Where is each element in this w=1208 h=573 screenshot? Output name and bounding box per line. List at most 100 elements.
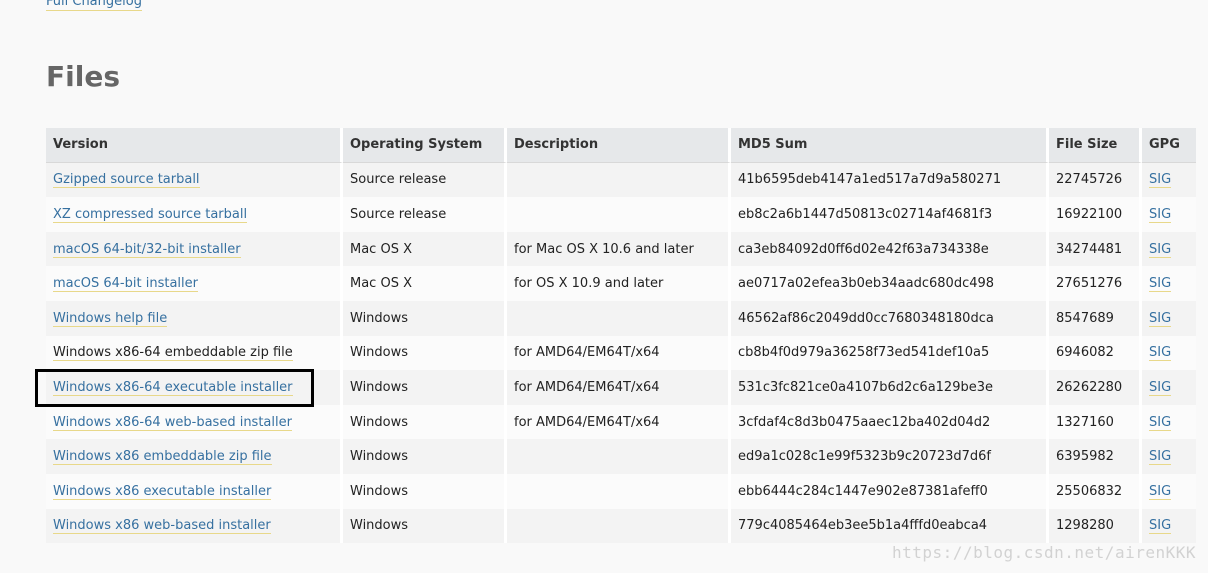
md5-cell: ca3eb84092d0ff6d02e42f63a734338e: [731, 231, 1049, 267]
sig-link[interactable]: SIG: [1149, 206, 1172, 223]
header-description: Description: [507, 128, 731, 163]
description-cell: [507, 162, 731, 198]
version-cell: Windows x86 executable installer: [46, 473, 343, 509]
table-row: Windows x86 web-based installer Windows …: [46, 508, 1196, 544]
download-link[interactable]: Windows x86 web-based installer: [53, 518, 271, 535]
download-link[interactable]: Windows x86-64 embeddable zip file: [53, 345, 293, 362]
file-size-cell: 16922100: [1049, 197, 1142, 232]
description-cell: [507, 300, 731, 336]
description-cell: for AMD64/EM64T/x64: [507, 335, 731, 371]
version-cell: Windows x86-64 web-based installer: [46, 404, 343, 440]
table-row: Windows x86-64 embeddable zip file Windo…: [46, 335, 1196, 371]
md5-cell: 779c4085464eb3ee5b1a4fffd0eabca4: [731, 508, 1049, 544]
file-size-cell: 1298280: [1049, 508, 1142, 544]
gpg-cell: SIG: [1142, 404, 1196, 440]
file-size-cell: 25506832: [1049, 473, 1142, 509]
gpg-cell: SIG: [1142, 335, 1196, 371]
md5-cell: 3cfdaf4c8d3b0475aaec12ba402d04d2: [731, 404, 1049, 440]
table-row: macOS 64-bit/32-bit installer Mac OS X f…: [46, 231, 1196, 267]
file-size-cell: 27651276: [1049, 266, 1142, 301]
section-title: Files: [46, 60, 120, 93]
download-link[interactable]: XZ compressed source tarball: [53, 206, 248, 223]
description-cell: for AMD64/EM64T/x64: [507, 370, 731, 405]
download-link[interactable]: Gzipped source tarball: [53, 172, 200, 189]
table-row: Windows help file Windows 46562af86c2049…: [46, 300, 1196, 336]
file-size-cell: 26262280: [1049, 370, 1142, 405]
gpg-cell: SIG: [1142, 473, 1196, 509]
sig-link[interactable]: SIG: [1149, 379, 1172, 396]
md5-cell: eb8c2a6b1447d50813c02714af4681f3: [731, 197, 1049, 232]
md5-cell: 46562af86c2049dd0cc7680348180dca: [731, 300, 1049, 336]
sig-link[interactable]: SIG: [1149, 172, 1172, 189]
download-link[interactable]: Windows x86 embeddable zip file: [53, 449, 272, 466]
description-cell: for Mac OS X 10.6 and later: [507, 231, 731, 267]
md5-cell: ed9a1c028c1e99f5323b9c20723d7d6f: [731, 439, 1049, 474]
md5-cell: 531c3fc821ce0a4107b6d2c6a129be3e: [731, 370, 1049, 405]
gpg-cell: SIG: [1142, 197, 1196, 232]
os-cell: Windows: [343, 473, 507, 509]
gpg-cell: SIG: [1142, 439, 1196, 474]
table-header-row: Version Operating System Description MD5…: [46, 128, 1196, 163]
description-cell: [507, 197, 731, 232]
version-cell: macOS 64-bit/32-bit installer: [46, 231, 343, 267]
version-cell: Windows x86-64 executable installer: [46, 370, 343, 405]
header-gpg: GPG: [1142, 128, 1196, 163]
download-link[interactable]: Windows x86-64 executable installer: [53, 379, 293, 396]
file-size-cell: 34274481: [1049, 231, 1142, 267]
os-cell: Windows: [343, 508, 507, 544]
os-cell: Windows: [343, 404, 507, 440]
md5-cell: ae0717a02efea3b0eb34aadc680dc498: [731, 266, 1049, 301]
download-link[interactable]: macOS 64-bit installer: [53, 276, 198, 293]
os-cell: Windows: [343, 439, 507, 474]
download-link[interactable]: macOS 64-bit/32-bit installer: [53, 241, 241, 258]
header-version: Version: [46, 128, 343, 163]
download-link[interactable]: Windows help file: [53, 310, 168, 327]
description-cell: [507, 508, 731, 544]
version-cell: Windows x86 embeddable zip file: [46, 439, 343, 474]
file-size-cell: 22745726: [1049, 162, 1142, 198]
sig-link[interactable]: SIG: [1149, 241, 1172, 258]
description-cell: for OS X 10.9 and later: [507, 266, 731, 301]
os-cell: Windows: [343, 300, 507, 336]
table-row: Windows x86 embeddable zip file Windows …: [46, 439, 1196, 474]
version-cell: macOS 64-bit installer: [46, 266, 343, 301]
version-cell: XZ compressed source tarball: [46, 197, 343, 232]
file-size-cell: 6946082: [1049, 335, 1142, 371]
sig-link[interactable]: SIG: [1149, 276, 1172, 293]
download-link[interactable]: Windows x86-64 web-based installer: [53, 414, 292, 431]
md5-cell: 41b6595deb4147a1ed517a7d9a580271: [731, 162, 1049, 198]
header-file-size: File Size: [1049, 128, 1142, 163]
description-cell: [507, 439, 731, 474]
file-size-cell: 6395982: [1049, 439, 1142, 474]
table-row: Gzipped source tarball Source release 41…: [46, 162, 1196, 198]
download-link[interactable]: Windows x86 executable installer: [53, 483, 272, 500]
table-row: XZ compressed source tarball Source rele…: [46, 197, 1196, 232]
header-md5: MD5 Sum: [731, 128, 1049, 163]
description-cell: [507, 473, 731, 509]
sig-link[interactable]: SIG: [1149, 345, 1172, 362]
sig-link[interactable]: SIG: [1149, 414, 1172, 431]
sig-link[interactable]: SIG: [1149, 518, 1172, 535]
sig-link[interactable]: SIG: [1149, 310, 1172, 327]
gpg-cell: SIG: [1142, 162, 1196, 198]
description-cell: for AMD64/EM64T/x64: [507, 404, 731, 440]
sig-link[interactable]: SIG: [1149, 449, 1172, 466]
header-os: Operating System: [343, 128, 507, 163]
os-cell: Windows: [343, 335, 507, 371]
gpg-cell: SIG: [1142, 370, 1196, 405]
gpg-cell: SIG: [1142, 231, 1196, 267]
sig-link[interactable]: SIG: [1149, 483, 1172, 500]
os-cell: Mac OS X: [343, 231, 507, 267]
table-row: Windows x86-64 executable installer Wind…: [46, 370, 1196, 405]
full-changelog-link[interactable]: Full Changelog: [46, 0, 142, 11]
table-row: Windows x86 executable installer Windows…: [46, 473, 1196, 509]
table-row: macOS 64-bit installer Mac OS X for OS X…: [46, 266, 1196, 301]
version-cell: Windows x86 web-based installer: [46, 508, 343, 544]
file-size-cell: 8547689: [1049, 300, 1142, 336]
os-cell: Source release: [343, 162, 507, 198]
os-cell: Mac OS X: [343, 266, 507, 301]
os-cell: Source release: [343, 197, 507, 232]
watermark: https://blog.csdn.net/airenKKK: [892, 543, 1196, 562]
gpg-cell: SIG: [1142, 300, 1196, 336]
md5-cell: cb8b4f0d979a36258f73ed541def10a5: [731, 335, 1049, 371]
